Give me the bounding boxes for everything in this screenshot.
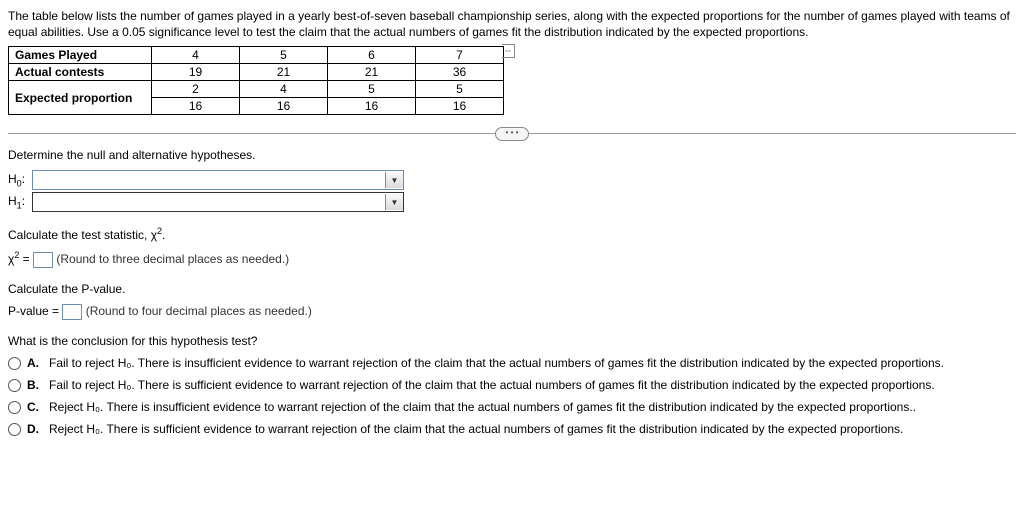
cell-num: 2: [152, 81, 240, 98]
chevron-down-icon[interactable]: ▼: [385, 172, 403, 188]
option-d-row[interactable]: D. Reject H₀. There is sufficient eviden…: [8, 422, 1016, 436]
chevron-down-icon[interactable]: ▼: [385, 194, 403, 210]
cell-den: 16: [328, 98, 416, 115]
h1-select[interactable]: ▼: [32, 192, 404, 212]
data-table: Games Played 4 5 6 7 Actual contests 19 …: [8, 46, 504, 115]
option-d-label: D.: [27, 422, 43, 436]
h0-select[interactable]: ▼: [32, 170, 404, 190]
cell: 21: [328, 64, 416, 81]
cell-den: 16: [152, 98, 240, 115]
expand-divider-icon[interactable]: • • •: [495, 127, 529, 141]
cell-num: 5: [328, 81, 416, 98]
pvalue-prompt: Calculate the P-value.: [8, 282, 1016, 296]
option-b-row[interactable]: B. Fail to reject H₀. There is sufficien…: [8, 378, 1016, 392]
h0-label: H0:: [8, 172, 32, 188]
cell-num: 4: [240, 81, 328, 98]
cell-den: 16: [240, 98, 328, 115]
chi-square-lhs: χ2 =: [8, 252, 33, 266]
option-a-label: A.: [27, 356, 43, 370]
radio-icon[interactable]: [8, 401, 21, 414]
option-c-label: C.: [27, 400, 43, 414]
row-header-games-played: Games Played: [9, 47, 152, 64]
radio-icon[interactable]: [8, 423, 21, 436]
option-a-row[interactable]: A. Fail to reject H₀. There is insuffici…: [8, 356, 1016, 370]
cell-den: 16: [416, 98, 504, 115]
problem-statement: The table below lists the number of game…: [8, 8, 1016, 40]
chi-square-hint: (Round to three decimal places as needed…: [56, 252, 289, 266]
option-a-text: Fail to reject H₀. There is insufficient…: [49, 356, 944, 370]
pvalue-lhs: P-value =: [8, 304, 62, 318]
option-c-row[interactable]: C. Reject H₀. There is insufficient evid…: [8, 400, 1016, 414]
option-d-text: Reject H₀. There is sufficient evidence …: [49, 422, 903, 436]
cell: 4: [152, 47, 240, 64]
cell: 7: [416, 47, 504, 64]
option-b-label: B.: [27, 378, 43, 392]
pvalue-input[interactable]: [62, 304, 82, 320]
pvalue-input-row: P-value = (Round to four decimal places …: [8, 304, 1016, 320]
chi-square-input[interactable]: [33, 252, 53, 268]
row-header-expected: Expected proportion: [9, 81, 152, 115]
cell: 21: [240, 64, 328, 81]
chi-square-input-row: χ2 = (Round to three decimal places as n…: [8, 250, 1016, 268]
radio-icon[interactable]: [8, 357, 21, 370]
radio-icon[interactable]: [8, 379, 21, 392]
conclusion-prompt: What is the conclusion for this hypothes…: [8, 334, 1016, 348]
cell: 5: [240, 47, 328, 64]
option-c-text: Reject H₀. There is insufficient evidenc…: [49, 400, 916, 414]
option-b-text: Fail to reject H₀. There is sufficient e…: [49, 378, 935, 392]
row-header-actual: Actual contests: [9, 64, 152, 81]
pvalue-hint: (Round to four decimal places as needed.…: [86, 304, 312, 318]
h1-label: H1:: [8, 194, 32, 210]
section-divider: • • •: [8, 133, 1016, 134]
table-scroll-icon[interactable]: ⇔: [502, 44, 515, 58]
cell: 19: [152, 64, 240, 81]
cell: 36: [416, 64, 504, 81]
cell-num: 5: [416, 81, 504, 98]
hypotheses-prompt: Determine the null and alternative hypot…: [8, 148, 1016, 162]
chi-square-prompt: Calculate the test statistic, χ2.: [8, 226, 1016, 242]
cell: 6: [328, 47, 416, 64]
